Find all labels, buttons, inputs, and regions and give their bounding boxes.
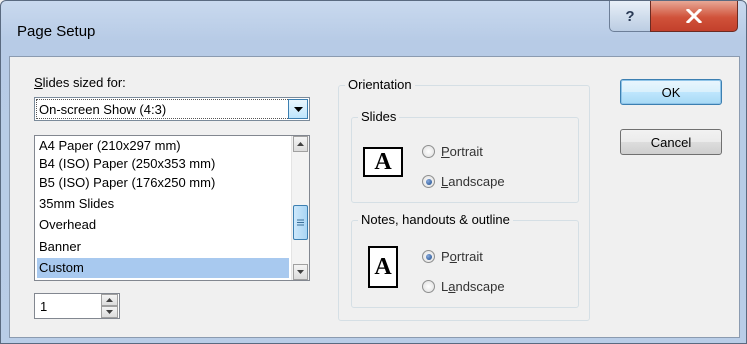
list-scrollbar[interactable] <box>291 136 309 280</box>
chevron-down-icon[interactable] <box>288 99 308 119</box>
cancel-button[interactable]: Cancel <box>620 129 722 155</box>
radio-button[interactable] <box>422 280 435 293</box>
slides-portrait-radio[interactable]: Portrait <box>422 144 483 159</box>
spinner-down-button[interactable] <box>101 306 118 318</box>
slides-landscape-radio[interactable]: Landscape <box>422 174 505 189</box>
list-item[interactable]: Banner <box>37 237 289 257</box>
slides-landscape-label: Landscape <box>441 174 505 189</box>
number-spinner[interactable]: 1 <box>34 293 120 319</box>
scroll-down-button[interactable] <box>293 264 308 280</box>
slides-sized-for-dropdown[interactable]: On-screen Show (4:3) <box>34 97 310 121</box>
slides-sized-for-label: Slides sized for: <box>34 75 126 90</box>
scrollbar-thumb[interactable] <box>293 205 308 240</box>
ok-button[interactable]: OK <box>620 79 722 105</box>
page-setup-dialog: Page Setup ? Slides sized for: On-screen… <box>0 0 747 344</box>
notes-landscape-radio[interactable]: Landscape <box>422 279 505 294</box>
list-item[interactable]: A4 Paper (210x297 mm) <box>37 136 289 156</box>
portrait-page-icon: A <box>368 246 398 288</box>
list-item-selected[interactable]: Custom <box>37 258 289 278</box>
notes-landscape-label: Landscape <box>441 279 505 294</box>
arrow-up-icon <box>297 142 304 146</box>
radio-button-selected[interactable] <box>422 250 435 263</box>
close-button[interactable] <box>650 1 738 32</box>
orientation-title: Orientation <box>345 77 415 92</box>
radio-button[interactable] <box>422 145 435 158</box>
notes-portrait-radio[interactable]: Portrait <box>422 249 483 264</box>
grip-icon <box>297 219 304 226</box>
landscape-page-icon: A <box>363 147 403 177</box>
notes-portrait-label: Portrait <box>441 249 483 264</box>
dialog-body: Slides sized for: On-screen Show (4:3) A… <box>9 56 740 338</box>
slides-orientation-title: Slides <box>358 109 400 124</box>
help-button[interactable]: ? <box>609 1 651 32</box>
list-item[interactable]: 35mm Slides <box>37 194 289 214</box>
arrow-up-icon <box>106 298 113 302</box>
list-item[interactable]: B5 (ISO) Paper (176x250 mm) <box>37 173 289 193</box>
slides-sized-for-value: On-screen Show (4:3) <box>39 102 167 117</box>
help-icon: ? <box>625 7 635 25</box>
radio-button-selected[interactable] <box>422 175 435 188</box>
close-icon <box>686 9 702 23</box>
title-bar[interactable]: Page Setup ? <box>1 1 746 57</box>
list-item[interactable]: Overhead <box>37 215 289 235</box>
dialog-title: Page Setup <box>17 23 96 40</box>
notes-orientation-title: Notes, handouts & outline <box>358 212 513 227</box>
spinner-value[interactable]: 1 <box>40 299 47 314</box>
slides-portrait-label: Portrait <box>441 144 483 159</box>
list-item[interactable]: B4 (ISO) Paper (250x353 mm) <box>37 154 289 174</box>
arrow-down-icon <box>106 310 113 314</box>
spinner-up-button[interactable] <box>101 294 118 306</box>
slide-size-list[interactable]: A4 Paper (210x297 mm) B4 (ISO) Paper (25… <box>34 135 310 281</box>
arrow-down-icon <box>297 270 304 274</box>
scroll-up-button[interactable] <box>293 136 308 152</box>
